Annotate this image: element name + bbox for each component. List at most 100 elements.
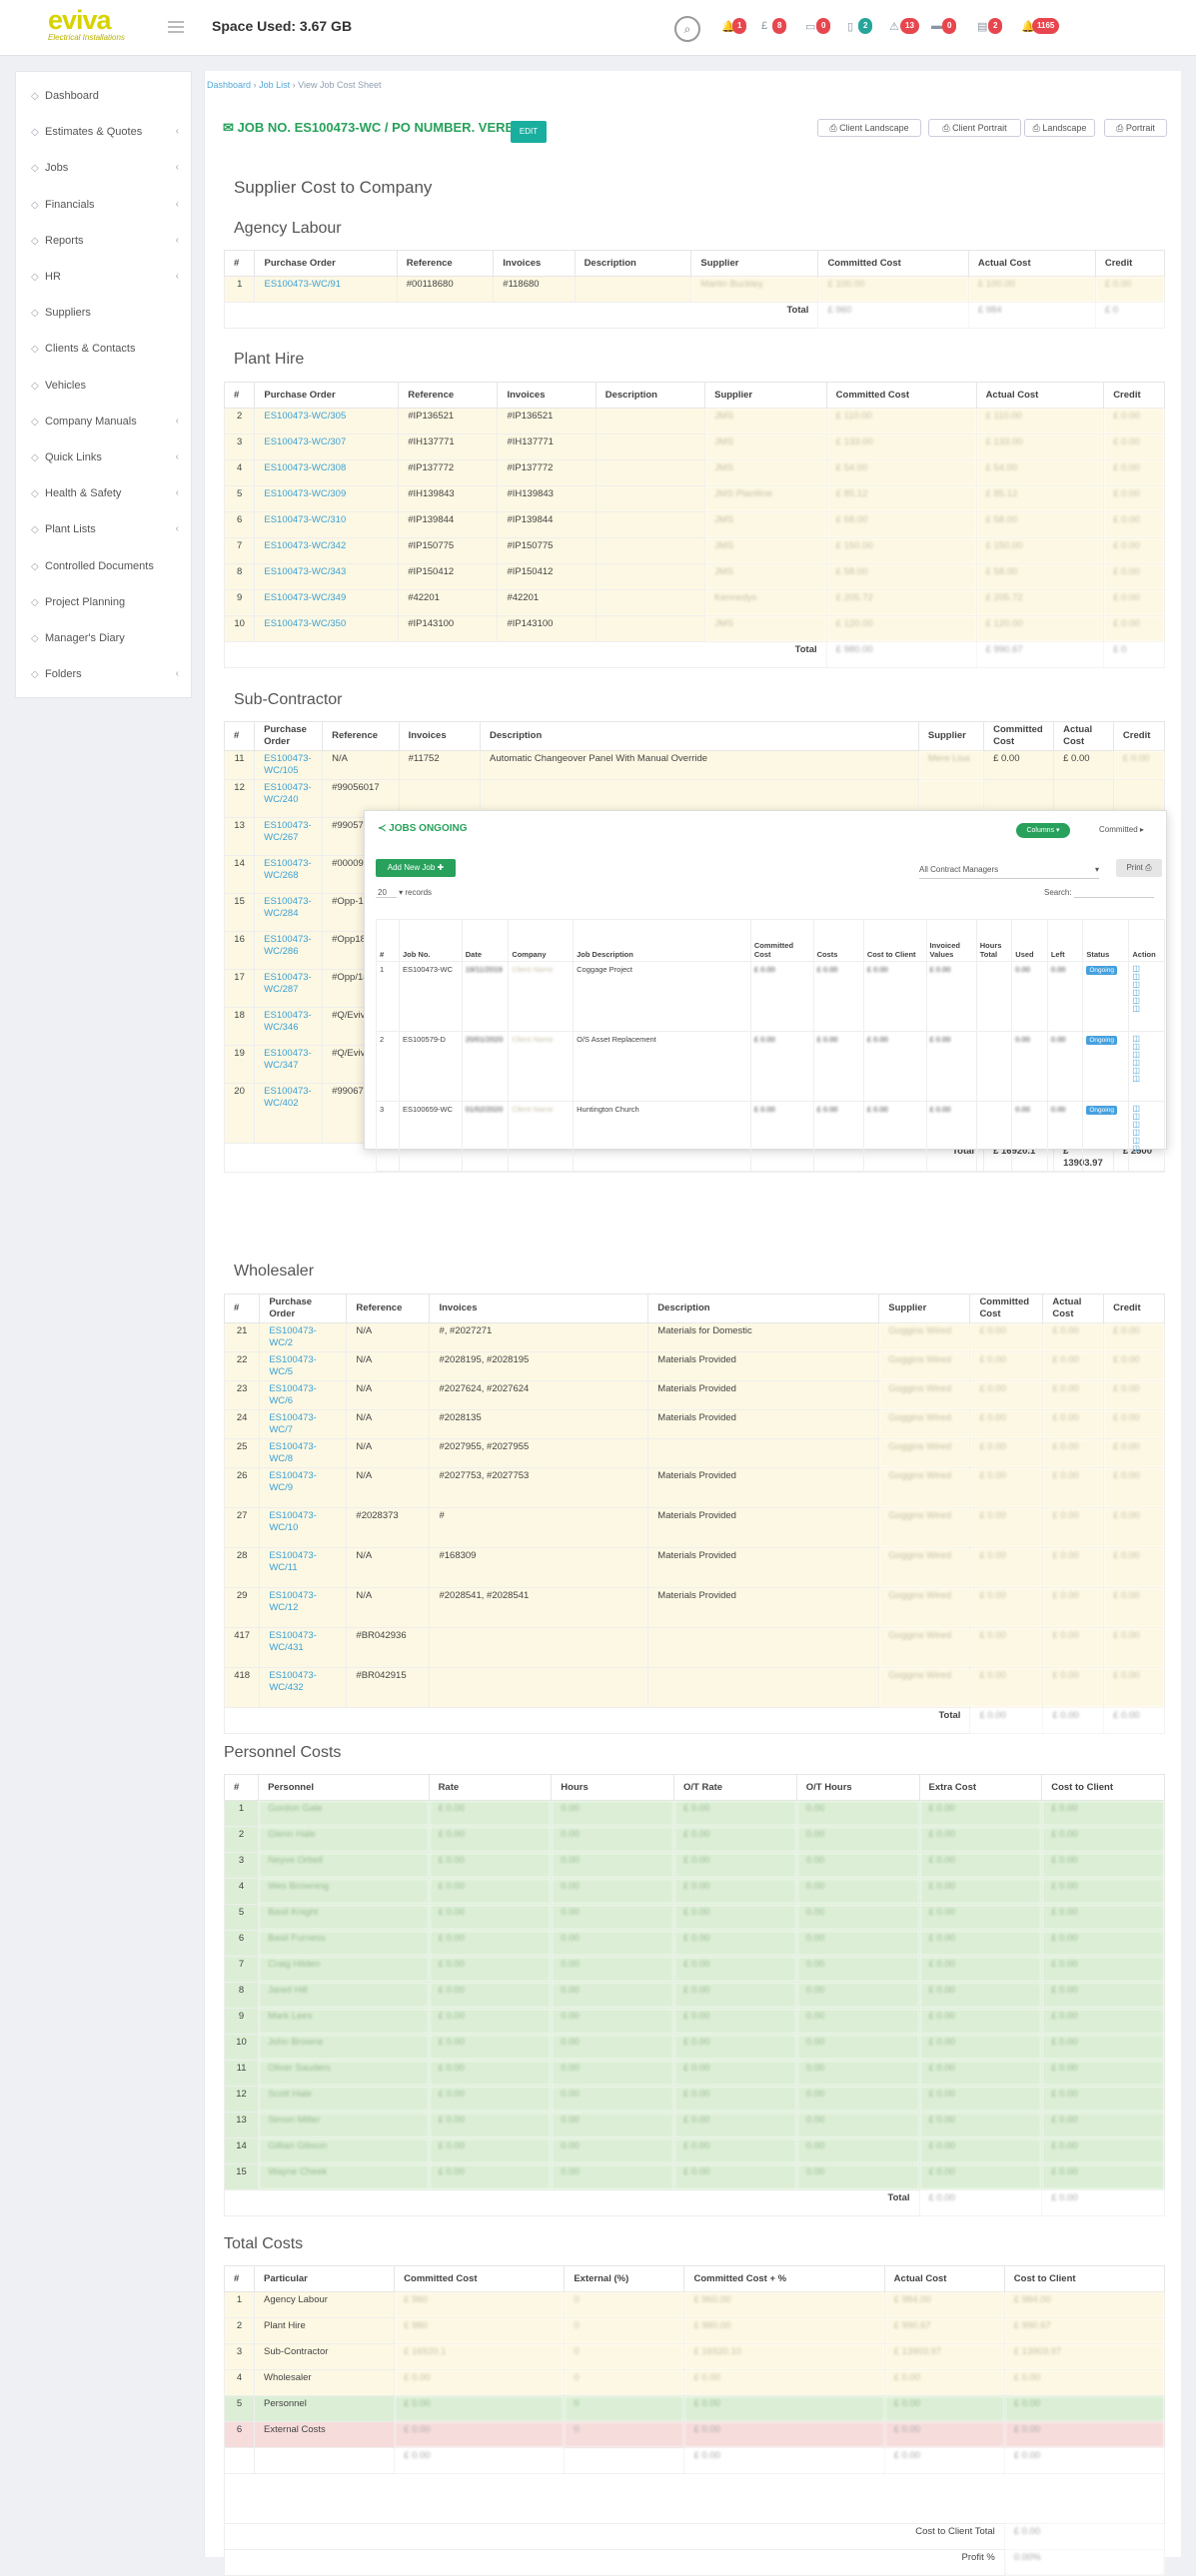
purchase-order-link[interactable]: ES100473-WC/287: [264, 972, 312, 995]
edit-button[interactable]: EDIT: [511, 121, 547, 143]
sidebar: ◇ Dashboard ◇ Estimates & Quotes ‹ ◇ Jobs ‹ ◇ Fin…: [15, 71, 192, 698]
purchase-order-link[interactable]: ES100473-WC/91: [264, 279, 341, 290]
purchase-order-link[interactable]: ES100473-WC/10: [269, 1510, 317, 1533]
purchase-order-link[interactable]: ES100473-WC/308: [264, 462, 346, 473]
purchase-order-link[interactable]: ES100473-WC/284: [264, 896, 312, 919]
purchase-order-link[interactable]: ES100473-WC/12: [269, 1590, 317, 1613]
table-cell: £ 0.00: [1103, 1409, 1165, 1439]
purchase-order-link[interactable]: ES100473-WC/307: [264, 436, 346, 447]
search-icon[interactable]: ⌕: [674, 16, 700, 42]
sidebar-item-jobs[interactable]: ◇ Jobs ‹: [16, 150, 193, 186]
diamond-icon: ◇: [31, 127, 39, 139]
company-link[interactable]: Client Name: [512, 1105, 553, 1114]
sidebar-item-financials[interactable]: ◇ Financials ‹: [16, 187, 193, 223]
company-link[interactable]: Client Name: [512, 1035, 553, 1044]
purchase-order-link[interactable]: ES100473-WC/305: [264, 411, 346, 422]
company-link[interactable]: Client Name: [512, 965, 553, 974]
column-header: #: [376, 919, 400, 962]
committed-toggle[interactable]: Committed ▸: [1099, 825, 1144, 834]
breadcrumb-job-list[interactable]: Job List: [259, 80, 290, 90]
sidebar-item-hr[interactable]: ◇ HR ‹: [16, 259, 193, 295]
table-cell: £ 110.00: [825, 408, 977, 434]
card-notification[interactable]: ▤ 2: [977, 18, 1003, 38]
purchase-order-link[interactable]: ES100473-WC/8: [269, 1441, 317, 1464]
purchase-order-link[interactable]: ES100473-WC/6: [269, 1383, 317, 1406]
table-cell: ES100659-WC: [399, 1101, 463, 1172]
column-header: #: [223, 1774, 260, 1801]
sidebar-item-project-planning[interactable]: ◇ Project Planning: [16, 584, 193, 620]
sidebar-item-estimates-quotes[interactable]: ◇ Estimates & Quotes ‹: [16, 114, 193, 150]
columns-button[interactable]: Columns ▾: [1016, 823, 1070, 838]
purchase-order-link[interactable]: ES100473-WC/5: [269, 1354, 317, 1377]
warning-notification[interactable]: ⚠ 13: [889, 18, 919, 38]
purchase-order-link[interactable]: ES100473-WC/7: [269, 1412, 317, 1435]
sidebar-item-clients-contacts[interactable]: ◇ Clients & Contacts: [16, 331, 193, 367]
book-notification[interactable]: ▯ 2: [847, 18, 873, 38]
column-header: Purchase Order: [259, 1293, 348, 1323]
sidebar-item-controlled-documents[interactable]: ◇ Controlled Documents: [16, 548, 193, 584]
sidebar-item-quick-links[interactable]: ◇ Quick Links ‹: [16, 439, 193, 475]
purchase-order-link[interactable]: ES100473-WC/105: [264, 753, 312, 776]
alarm-bell-notification[interactable]: 🔔 1165: [1021, 18, 1060, 38]
sidebar-item-health-safety[interactable]: ◇ Health & Safety ‹: [16, 475, 193, 511]
purchase-order-link[interactable]: ES100473-WC/402: [264, 1086, 312, 1109]
sidebar-item-dashboard[interactable]: ◇ Dashboard: [16, 78, 193, 114]
purchase-order-link[interactable]: ES100473-WC/240: [264, 782, 312, 805]
purchase-order-link[interactable]: ES100473-WC/349: [264, 592, 346, 603]
table-cell: 20/01/2020: [461, 1031, 510, 1102]
sidebar-item-label: Suppliers: [45, 307, 91, 320]
purchase-order-link[interactable]: ES100473-WC/309: [264, 488, 346, 499]
table-cell: £ 0.00: [428, 1826, 553, 1853]
table-cell: N/A: [346, 1587, 431, 1628]
eviva-logo[interactable]: eviva Electrical Installations: [48, 6, 138, 46]
table-cell: ES100473-WC/349: [254, 589, 400, 616]
purchase-order-link[interactable]: ES100473-WC/343: [264, 566, 346, 577]
menu-toggle-icon[interactable]: [168, 21, 184, 33]
portrait-button[interactable]: ⎙ Portrait: [1104, 119, 1167, 137]
contract-manager-select[interactable]: All Contract Managers ▾: [919, 861, 1099, 879]
add-new-job-button[interactable]: Add New Job ✚: [376, 859, 456, 877]
records-per-page[interactable]: 20 ▾ records: [376, 888, 432, 898]
car-notification[interactable]: ▬ 0: [931, 18, 957, 38]
sidebar-item-folders[interactable]: ◇ Folders ‹: [16, 656, 193, 692]
client-landscape-button[interactable]: ⎙ Client Landscape: [817, 119, 921, 137]
column-header: External (%): [564, 2265, 685, 2292]
purchase-order-link[interactable]: ES100473-WC/310: [264, 514, 346, 525]
sidebar-item-plant-lists[interactable]: ◇ Plant Lists ‹: [16, 511, 193, 547]
purchase-order-link[interactable]: ES100473-WC/432: [269, 1670, 317, 1693]
sidebar-item-company-manuals[interactable]: ◇ Company Manuals ‹: [16, 404, 193, 439]
purchase-order-link[interactable]: ES100473-WC/350: [264, 618, 346, 629]
sidebar-item-reports[interactable]: ◇ Reports ‹: [16, 223, 193, 259]
table-cell: £ 0.00: [428, 2060, 553, 2087]
search-field[interactable]: Search:: [1044, 888, 1154, 898]
folder-icon[interactable]: ◫: [1132, 1075, 1161, 1083]
table-cell: £ 0.00: [394, 2421, 566, 2448]
client-portrait-button[interactable]: ⎙ Client Portrait: [928, 119, 1021, 137]
print-button[interactable]: Print ⎙: [1116, 859, 1162, 877]
purchase-order-link[interactable]: ES100473-WC/2: [269, 1325, 317, 1348]
purchase-order-link[interactable]: ES100473-WC/346: [264, 1010, 312, 1033]
breadcrumb-dashboard[interactable]: Dashboard: [207, 80, 251, 90]
job-title-text: JOB NO. ES100473-WC / PO NUMBER. VERBAL: [237, 120, 533, 135]
folder-icon[interactable]: ◫: [1132, 1145, 1161, 1153]
search-input[interactable]: [1073, 888, 1154, 898]
folder-icon[interactable]: ◫: [1132, 1005, 1161, 1013]
purchase-order-link[interactable]: ES100473-WC/268: [264, 858, 312, 881]
sidebar-item-suppliers[interactable]: ◇ Suppliers: [16, 295, 193, 331]
records-select[interactable]: 20: [376, 888, 397, 898]
sidebar-item-manager-s-diary[interactable]: ◇ Manager's Diary: [16, 620, 193, 656]
money-notification[interactable]: ▭ 0: [805, 18, 831, 38]
purchase-order-link[interactable]: ES100473-WC/431: [269, 1630, 317, 1653]
purchase-order-link[interactable]: ES100473-WC/347: [264, 1048, 312, 1071]
bell-notification[interactable]: 🔔 1: [721, 18, 747, 38]
table-cell: ES100473-WC/347: [254, 1045, 324, 1084]
table-cell: £ 0.00: [673, 1800, 797, 1827]
purchase-order-link[interactable]: ES100473-WC/11: [269, 1550, 317, 1573]
purchase-order-link[interactable]: ES100473-WC/286: [264, 934, 312, 957]
sidebar-item-vehicles[interactable]: ◇ Vehicles: [16, 368, 193, 404]
pound-notification[interactable]: £8: [761, 18, 787, 38]
purchase-order-link[interactable]: ES100473-WC/267: [264, 820, 312, 843]
purchase-order-link[interactable]: ES100473-WC/9: [269, 1470, 317, 1493]
purchase-order-link[interactable]: ES100473-WC/342: [264, 540, 346, 551]
landscape-button[interactable]: ⎙ Landscape: [1024, 119, 1095, 137]
